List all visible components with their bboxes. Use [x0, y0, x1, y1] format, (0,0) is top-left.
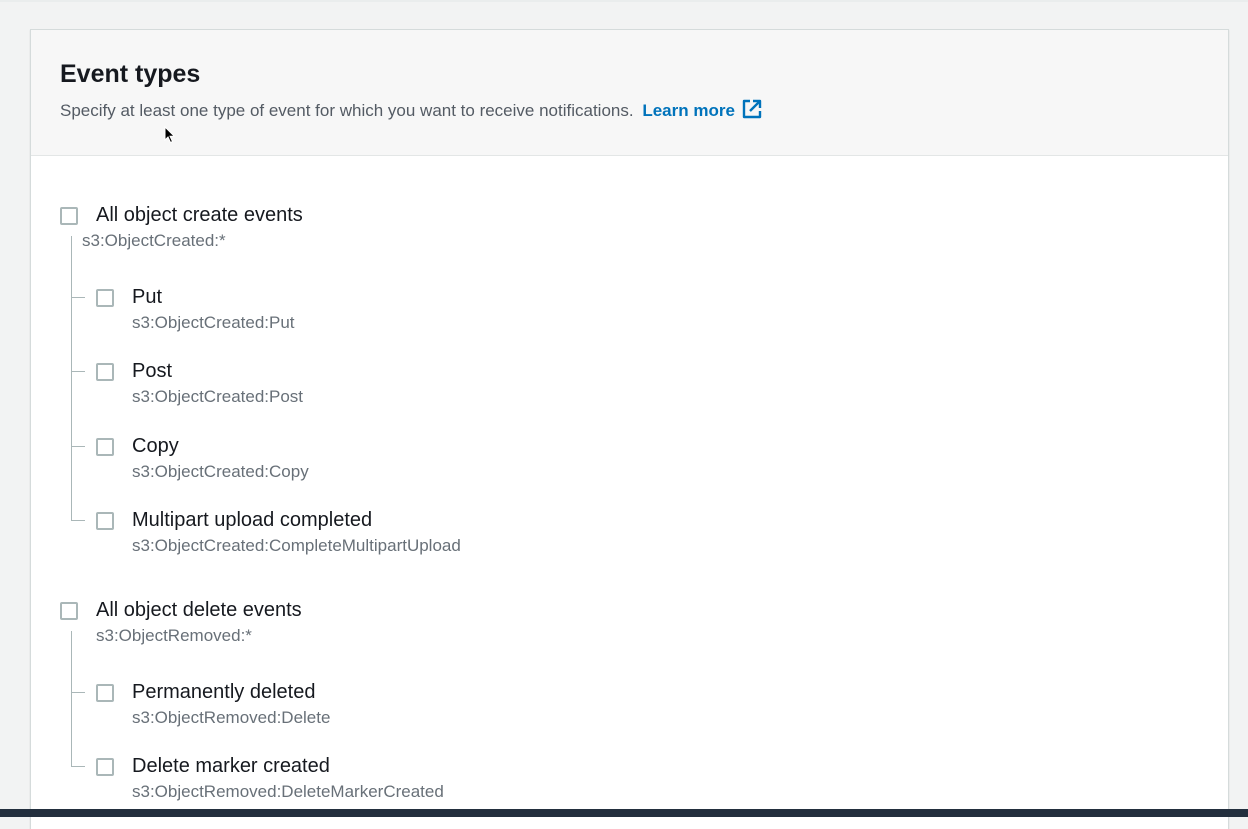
- event-name: s3:ObjectCreated:CompleteMultipartUpload: [132, 536, 461, 555]
- tree-branch: [71, 446, 85, 447]
- tree-branch: [71, 520, 85, 521]
- section-title: Event types: [60, 60, 201, 88]
- delete-tree-line: [71, 631, 72, 767]
- checkbox-all-object-create[interactable]: [60, 207, 78, 225]
- create-tree-line: [71, 236, 72, 521]
- event-name: s3:ObjectCreated:Post: [132, 387, 304, 406]
- checkbox-put[interactable]: [96, 289, 114, 307]
- checkbox-all-object-delete[interactable]: [60, 602, 78, 620]
- checkbox-label: All object delete events: [96, 599, 302, 621]
- tree-branch: [71, 371, 85, 372]
- tree-branch: [71, 692, 85, 693]
- checkbox-label: Copy: [132, 435, 179, 457]
- checkbox-label: Post: [132, 360, 173, 382]
- learn-more-label: Learn more: [642, 101, 735, 120]
- checkbox-label: Permanently deleted: [132, 681, 316, 703]
- learn-more-link[interactable]: Learn more: [642, 99, 763, 120]
- external-link-icon: [742, 99, 762, 119]
- event-name: s3:ObjectCreated:*: [82, 231, 226, 250]
- event-name: s3:ObjectCreated:Put: [132, 313, 295, 332]
- section-description-text: Specify at least one type of event for w…: [60, 101, 634, 120]
- checkbox-post[interactable]: [96, 363, 114, 381]
- section-description: Specify at least one type of event for w…: [60, 98, 763, 123]
- checkbox-label: All object create events: [96, 204, 303, 226]
- event-name: s3:ObjectCreated:Copy: [132, 462, 309, 481]
- event-name: s3:ObjectRemoved:Delete: [132, 708, 331, 727]
- bottom-bar: [0, 809, 1248, 817]
- mouse-cursor-icon: [164, 126, 176, 144]
- checkbox-copy[interactable]: [96, 438, 114, 456]
- tree-branch: [71, 766, 85, 767]
- event-name: s3:ObjectRemoved:*: [96, 626, 252, 645]
- checkbox-label: Multipart upload completed: [132, 509, 373, 531]
- checkbox-delete-marker-created[interactable]: [96, 758, 114, 776]
- checkbox-label: Delete marker created: [132, 755, 330, 777]
- checkbox-permanently-deleted[interactable]: [96, 684, 114, 702]
- tree-branch: [71, 297, 85, 298]
- top-divider: [0, 0, 1248, 2]
- checkbox-label: Put: [132, 286, 163, 308]
- checkbox-multipart-upload[interactable]: [96, 512, 114, 530]
- event-name: s3:ObjectRemoved:DeleteMarkerCreated: [132, 782, 444, 801]
- panel-header: Event types Specify at least one type of…: [31, 30, 1228, 156]
